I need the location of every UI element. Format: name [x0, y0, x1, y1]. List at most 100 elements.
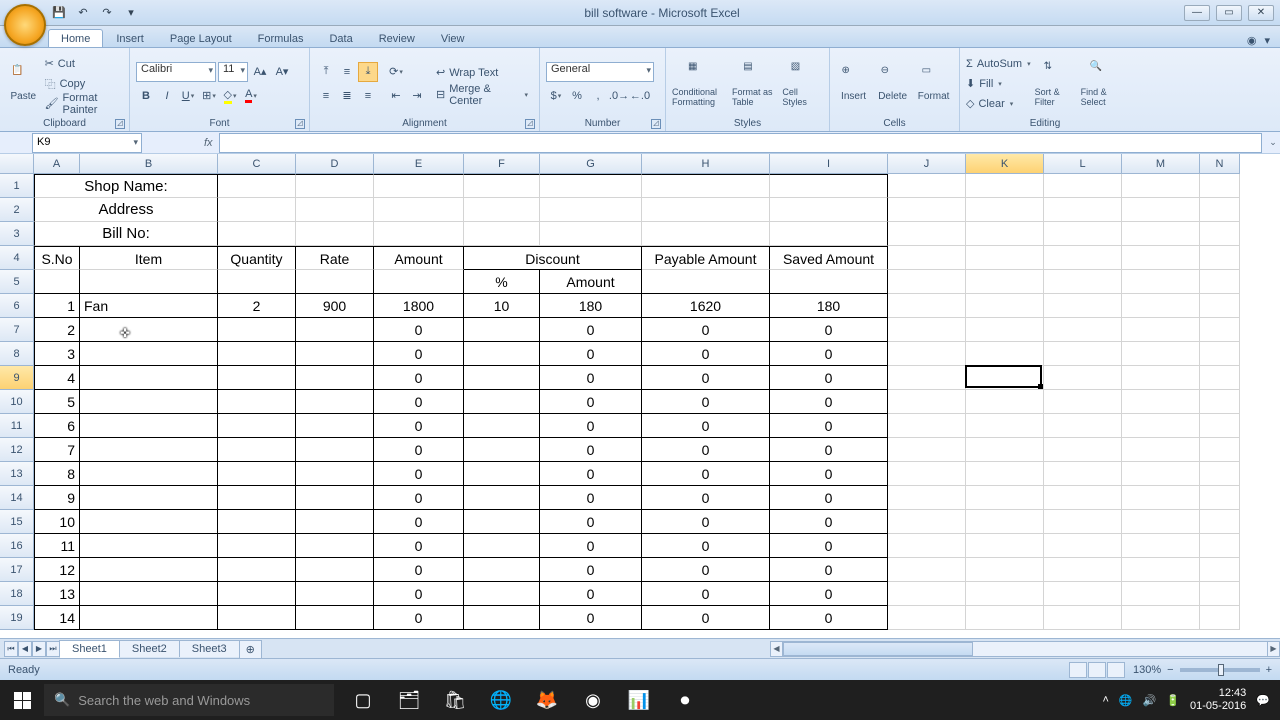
format-button[interactable]: ▭Format — [914, 54, 953, 114]
increase-decimal-icon[interactable]: .0→ — [609, 86, 629, 106]
increase-indent-icon[interactable]: ⇥ — [407, 86, 427, 106]
minimize-button[interactable]: — — [1184, 5, 1210, 21]
tab-prev-icon[interactable]: ◀ — [18, 641, 32, 657]
row-header-15[interactable]: 15 — [0, 510, 34, 534]
chrome-icon[interactable]: ◉ — [570, 680, 616, 720]
bold-button[interactable]: B — [136, 86, 156, 106]
tab-data[interactable]: Data — [316, 29, 365, 47]
column-header-I[interactable]: I — [770, 154, 888, 174]
row-header-17[interactable]: 17 — [0, 558, 34, 582]
start-button[interactable] — [0, 680, 44, 720]
row-header-5[interactable]: 5 — [0, 270, 34, 294]
column-header-K[interactable]: K — [966, 154, 1044, 174]
conditional-formatting-button[interactable]: ▦Conditional Formatting — [672, 54, 728, 114]
row-header-1[interactable]: 1 — [0, 174, 34, 198]
cut-button[interactable]: ✂Cut — [45, 55, 123, 73]
taskbar-search[interactable]: 🔍 Search the web and Windows — [44, 684, 334, 716]
column-header-D[interactable]: D — [296, 154, 374, 174]
column-header-M[interactable]: M — [1122, 154, 1200, 174]
tab-formulas[interactable]: Formulas — [245, 29, 317, 47]
clock[interactable]: 12:43 01-05-2016 — [1190, 687, 1246, 713]
normal-view-icon[interactable] — [1069, 662, 1087, 678]
font-color-button[interactable]: A▾ — [241, 86, 261, 106]
zoom-out-icon[interactable]: − — [1167, 664, 1173, 676]
tab-first-icon[interactable]: ⏮ — [4, 641, 18, 657]
row-header-12[interactable]: 12 — [0, 438, 34, 462]
minimize-ribbon-icon[interactable]: ▾ — [1264, 34, 1270, 47]
help-icon[interactable]: ◉ — [1247, 34, 1257, 47]
scroll-left-icon[interactable]: ◀ — [771, 642, 783, 656]
align-left-icon[interactable]: ≡ — [316, 86, 336, 106]
name-box[interactable]: K9 — [32, 133, 142, 153]
column-header-A[interactable]: A — [34, 154, 80, 174]
store-icon[interactable]: 🛍 — [432, 680, 478, 720]
notifications-icon[interactable]: 💬 — [1256, 694, 1270, 707]
wrap-text-button[interactable]: ↩Wrap Text — [431, 64, 533, 82]
task-view-icon[interactable]: ▢ — [340, 680, 386, 720]
sheet-tab-1[interactable]: Sheet1 — [59, 640, 120, 658]
percent-icon[interactable]: % — [567, 86, 587, 106]
firefox-icon[interactable]: 🦊 — [524, 680, 570, 720]
row-header-7[interactable]: 7 — [0, 318, 34, 342]
row-header-4[interactable]: 4 — [0, 246, 34, 270]
number-format-combo[interactable]: General — [546, 62, 654, 82]
sort-filter-button[interactable]: ⇅Sort & Filter — [1035, 54, 1077, 114]
pagebreak-view-icon[interactable] — [1107, 662, 1125, 678]
orientation-icon[interactable]: ⟳▾ — [386, 62, 406, 82]
underline-button[interactable]: U▾ — [178, 86, 198, 106]
row-header-6[interactable]: 6 — [0, 294, 34, 318]
undo-icon[interactable]: ↶ — [74, 4, 92, 22]
sheet-tab-2[interactable]: Sheet2 — [119, 640, 180, 657]
insert-button[interactable]: ⊕Insert — [836, 54, 871, 114]
currency-icon[interactable]: $▾ — [546, 86, 566, 106]
delete-button[interactable]: ⊖Delete — [875, 54, 910, 114]
expand-formula-bar-icon[interactable]: ⌄ — [1266, 137, 1280, 148]
tab-insert[interactable]: Insert — [103, 29, 157, 47]
column-header-J[interactable]: J — [888, 154, 966, 174]
tab-review[interactable]: Review — [366, 29, 428, 47]
column-header-H[interactable]: H — [642, 154, 770, 174]
row-header-16[interactable]: 16 — [0, 534, 34, 558]
merge-center-button[interactable]: ⊟Merge & Center▾ — [431, 86, 533, 104]
find-select-button[interactable]: 🔍Find & Select — [1081, 54, 1123, 114]
zoom-slider[interactable] — [1180, 668, 1260, 672]
redo-icon[interactable]: ↷ — [98, 4, 116, 22]
cell-grid[interactable]: Shop Name:AddressBill No:S.NoItemQuantit… — [34, 174, 1280, 638]
row-header-8[interactable]: 8 — [0, 342, 34, 366]
row-header-19[interactable]: 19 — [0, 606, 34, 630]
close-button[interactable]: ✕ — [1248, 5, 1274, 21]
column-header-L[interactable]: L — [1044, 154, 1122, 174]
formula-input[interactable] — [219, 133, 1262, 153]
row-header-11[interactable]: 11 — [0, 414, 34, 438]
font-name-combo[interactable]: Calibri — [136, 62, 216, 82]
comma-icon[interactable]: , — [588, 86, 608, 106]
zoom-in-icon[interactable]: + — [1266, 664, 1272, 676]
column-header-C[interactable]: C — [218, 154, 296, 174]
scroll-right-icon[interactable]: ▶ — [1267, 642, 1279, 656]
column-header-F[interactable]: F — [464, 154, 540, 174]
column-header-N[interactable]: N — [1200, 154, 1240, 174]
align-bottom-icon[interactable]: ⤓ — [358, 62, 378, 82]
fill-button[interactable]: ⬇Fill▾ — [966, 75, 1031, 93]
tray-up-icon[interactable]: ˄ — [1102, 694, 1108, 706]
number-dialog-icon[interactable]: ◿ — [651, 119, 661, 129]
clipboard-dialog-icon[interactable]: ◿ — [115, 119, 125, 129]
save-icon[interactable]: 💾 — [50, 4, 68, 22]
row-header-3[interactable]: 3 — [0, 222, 34, 246]
font-size-combo[interactable]: 11 — [218, 62, 248, 82]
shrink-font-icon[interactable]: A▾ — [272, 62, 292, 82]
tab-next-icon[interactable]: ▶ — [32, 641, 46, 657]
row-header-10[interactable]: 10 — [0, 390, 34, 414]
paste-button[interactable]: 📋 Paste — [6, 54, 41, 114]
alignment-dialog-icon[interactable]: ◿ — [525, 119, 535, 129]
row-header-18[interactable]: 18 — [0, 582, 34, 606]
scroll-thumb[interactable] — [783, 642, 973, 656]
tab-view[interactable]: View — [428, 29, 478, 47]
row-header-14[interactable]: 14 — [0, 486, 34, 510]
border-button[interactable]: ⊞▾ — [199, 86, 219, 106]
volume-icon[interactable]: 🔊 — [1143, 694, 1157, 707]
decrease-indent-icon[interactable]: ⇤ — [386, 86, 406, 106]
grow-font-icon[interactable]: A▴ — [250, 62, 270, 82]
align-top-icon[interactable]: ⤒ — [316, 62, 336, 82]
select-all-corner[interactable] — [0, 154, 34, 174]
